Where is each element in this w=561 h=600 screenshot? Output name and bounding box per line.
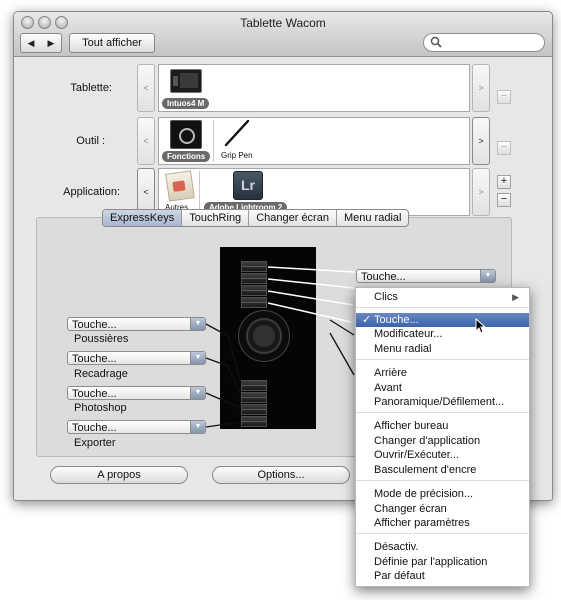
touch-ring[interactable] — [238, 310, 290, 362]
chevron-down-icon: ▼ — [190, 421, 205, 433]
menu-separator — [356, 412, 529, 413]
application-add-button[interactable]: + — [497, 175, 511, 189]
key-popup-1[interactable]: Touche... ▼ — [67, 317, 206, 331]
application-next-button[interactable]: > — [472, 168, 490, 216]
key-popup-4-value: Touche... — [72, 422, 117, 434]
menu-item-afficher-parametres[interactable]: Afficher paramètres — [356, 516, 529, 530]
grip-pen-icon[interactable] — [223, 119, 253, 147]
outil-prev-button[interactable]: < — [137, 117, 155, 165]
options-button[interactable]: Options... — [212, 466, 350, 484]
tablette-remove-button[interactable]: − — [497, 90, 511, 104]
key-label-3: Photoshop — [74, 402, 127, 414]
tab-bar: ExpressKeys TouchRing Changer écran Menu… — [102, 209, 410, 227]
key-popup-4[interactable]: Touche... ▼ — [67, 420, 206, 434]
application-label: Application: — [63, 186, 120, 198]
key-popup-2[interactable]: Touche... ▼ — [67, 351, 206, 365]
search-field[interactable] — [423, 33, 545, 52]
back-button[interactable]: ◀ — [20, 33, 42, 53]
menu-item-clics-label: Clics — [374, 291, 398, 303]
tablet-diagram — [220, 247, 316, 429]
show-all-button[interactable]: Tout afficher — [69, 33, 155, 53]
menu-item-panoramique[interactable]: Panoramique/Défilement... — [356, 395, 529, 409]
fonctions-icon[interactable] — [170, 120, 202, 149]
application-divider — [199, 171, 200, 213]
forward-button[interactable]: ▶ — [41, 33, 62, 53]
tab-menu-radial[interactable]: Menu radial — [335, 210, 408, 226]
checkmark-icon: ✓ — [362, 314, 372, 326]
expresskey-bottom-4[interactable] — [241, 416, 267, 427]
application-remove-button[interactable]: − — [497, 193, 511, 207]
outil-label: Outil : — [76, 135, 105, 147]
menu-separator — [356, 307, 529, 308]
tablette-list: Intuos4 M — [158, 64, 470, 112]
outil-list: Fonctions Grip Pen — [158, 117, 470, 165]
tab-changer-ecran[interactable]: Changer écran — [248, 210, 336, 226]
tablette-label: Tablette: — [70, 82, 112, 94]
tablette-prev-button[interactable]: < — [137, 64, 155, 112]
mouse-cursor-icon — [475, 318, 487, 334]
chevron-down-icon: ▼ — [190, 387, 205, 399]
top-key-popup-value: Touche... — [361, 271, 406, 283]
expresskey-bottom-3[interactable] — [241, 404, 267, 415]
chevron-down-icon: ▼ — [480, 270, 495, 282]
menu-item-par-defaut[interactable]: Par défaut — [356, 569, 529, 583]
key-popup-3[interactable]: Touche... ▼ — [67, 386, 206, 400]
key-label-2: Recadrage — [74, 368, 128, 380]
menu-item-modificateur[interactable]: Modificateur... — [356, 327, 529, 341]
autres-app-icon[interactable] — [165, 170, 195, 202]
outil-divider — [213, 120, 214, 162]
menu-item-touche[interactable]: ✓ Touche... — [356, 313, 529, 327]
expresskey-bottom-2[interactable] — [241, 392, 267, 403]
tab-touchring[interactable]: TouchRing — [181, 210, 248, 226]
menu-item-basculement-encre[interactable]: Basculement d'encre — [356, 463, 529, 477]
title-bar: Tablette Wacom ◀ ▶ Tout afficher — [14, 12, 552, 57]
menu-item-ouvrir-executer[interactable]: Ouvrir/Exécuter... — [356, 448, 529, 462]
chevron-down-icon: ▼ — [190, 352, 205, 364]
menu-item-changer-ecran[interactable]: Changer écran — [356, 502, 529, 516]
menu-item-avant[interactable]: Avant — [356, 381, 529, 395]
menu-item-definie-par-application[interactable]: Définie par l'application — [356, 555, 529, 569]
menu-item-touche-label: Touche... — [374, 314, 419, 326]
tablette-next-button[interactable]: > — [472, 64, 490, 112]
about-button[interactable]: A propos — [50, 466, 188, 484]
expresskey-bottom-1[interactable] — [241, 380, 267, 391]
expresskey-top-3[interactable] — [241, 285, 267, 296]
outil-item-grip-pen: Grip Pen — [221, 151, 253, 160]
menu-item-afficher-bureau[interactable]: Afficher bureau — [356, 419, 529, 433]
search-icon — [430, 36, 442, 48]
expresskey-top-2[interactable] — [241, 273, 267, 284]
function-menu: Clics ▶ ✓ Touche... Modificateur... Menu… — [355, 287, 530, 587]
outil-item-fonctions: Fonctions — [162, 151, 211, 162]
expresskey-top-1[interactable] — [241, 261, 267, 272]
chevron-down-icon: ▼ — [190, 318, 205, 330]
menu-item-mode-precision[interactable]: Mode de précision... — [356, 487, 529, 501]
expresskey-top-4[interactable] — [241, 297, 267, 308]
key-label-1: Poussières — [74, 333, 129, 345]
tab-expresskeys[interactable]: ExpressKeys — [103, 210, 182, 226]
key-popup-1-value: Touche... — [72, 319, 117, 331]
menu-item-arriere[interactable]: Arrière — [356, 366, 529, 380]
key-label-4: Exporter — [74, 437, 116, 449]
menu-item-changer-application[interactable]: Changer d'application — [356, 434, 529, 448]
key-popup-2-value: Touche... — [72, 353, 117, 365]
top-key-popup[interactable]: Touche... ▼ — [356, 269, 496, 283]
outil-next-button[interactable]: > — [472, 117, 490, 165]
menu-separator — [356, 533, 529, 534]
tablette-item-label: Intuos4 M — [162, 98, 210, 109]
menu-item-desactiv[interactable]: Désactiv. — [356, 540, 529, 554]
menu-separator — [356, 480, 529, 481]
key-popup-3-value: Touche... — [72, 388, 117, 400]
menu-separator — [356, 359, 529, 360]
menu-item-clics[interactable]: Clics ▶ — [356, 290, 529, 304]
window-title: Tablette Wacom — [240, 16, 326, 30]
lightroom-app-icon[interactable]: Lr — [233, 171, 263, 200]
intuos-tablet-icon[interactable] — [170, 69, 202, 93]
submenu-arrow-icon: ▶ — [512, 292, 519, 302]
menu-item-menu-radial[interactable]: Menu radial — [356, 342, 529, 356]
outil-remove-button[interactable]: − — [497, 141, 511, 155]
